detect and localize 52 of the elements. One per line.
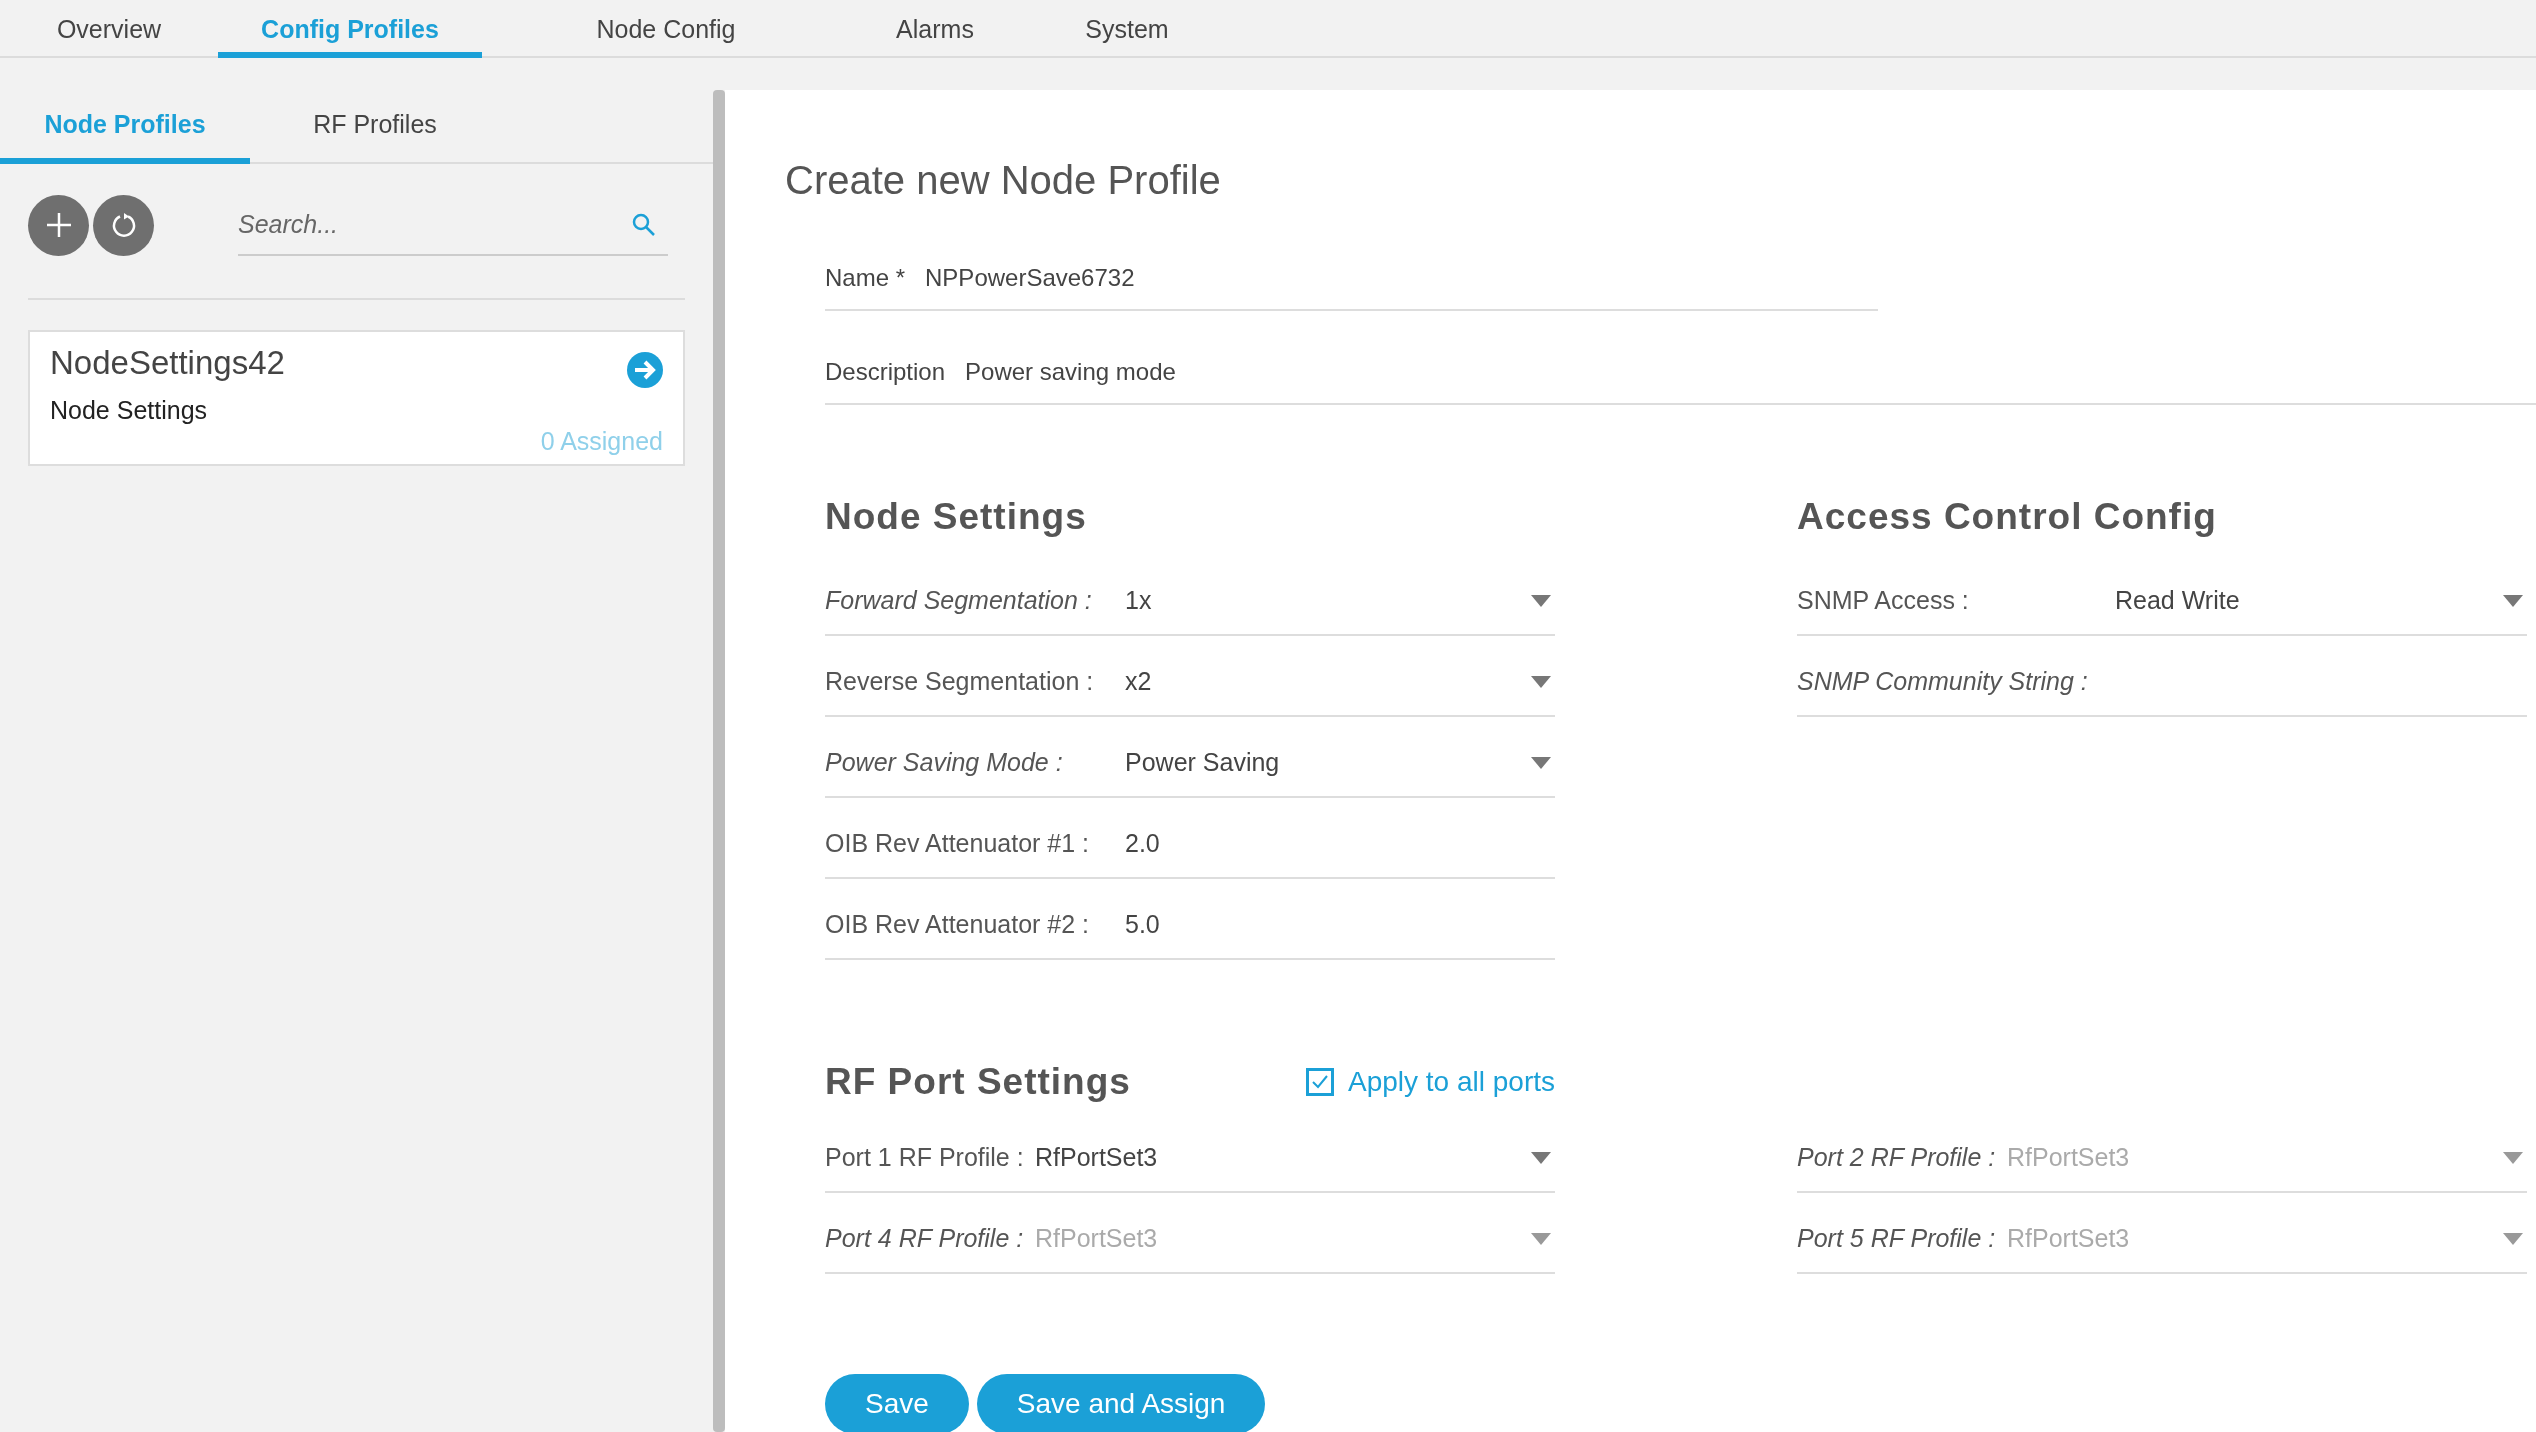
profile-type: Node Settings <box>50 396 209 425</box>
field-label: SNMP Access : <box>1797 586 1970 615</box>
field-label: Name * <box>825 264 906 292</box>
search-icon[interactable] <box>632 213 656 237</box>
form-title: Create new Node Profile <box>785 158 1222 203</box>
field-label: Power Saving Mode : <box>825 748 1064 777</box>
section-title: Access Control Config <box>1797 495 2218 539</box>
sidebar-tab[interactable]: RF Profiles <box>250 90 500 164</box>
dropdown-caret-icon[interactable] <box>1531 756 1551 769</box>
field-label: Forward Segmentation : <box>825 586 1093 615</box>
dropdown-value[interactable]: x2 <box>1125 667 1531 696</box>
field-label: OIB Rev Attenuator #1 : <box>825 829 1091 858</box>
refresh-icon <box>110 212 137 238</box>
scrollbar[interactable] <box>713 90 725 1432</box>
field-label: Port 2 RF Profile : <box>1797 1143 1997 1172</box>
nav-tab[interactable]: Overview <box>0 0 218 58</box>
refresh-button[interactable] <box>93 194 154 256</box>
plus-icon <box>45 212 72 238</box>
dropdown-caret-icon[interactable] <box>1531 1232 1551 1245</box>
field-label: Port 1 RF Profile : <box>825 1143 1025 1172</box>
dropdown-value[interactable]: Power Saving <box>1125 748 1531 777</box>
field-label: Description <box>825 358 946 386</box>
dropdown-caret-icon[interactable] <box>2503 1151 2523 1164</box>
dropdown-caret-icon[interactable] <box>2503 1232 2523 1245</box>
input-field[interactable]: NPPowerSave6732 <box>925 264 1135 292</box>
field-label: Port 4 RF Profile : <box>825 1224 1025 1253</box>
dropdown-caret-icon[interactable] <box>1531 1151 1551 1164</box>
checkmark-icon <box>1312 1075 1328 1089</box>
input-field[interactable]: 5.0 <box>1125 910 1555 939</box>
dropdown-caret-icon[interactable] <box>1531 675 1551 688</box>
dropdown-value[interactable]: Read Write <box>2115 586 2503 615</box>
field-label: SNMP Community String : <box>1797 667 2089 696</box>
input-field[interactable]: Power saving mode <box>965 358 1176 386</box>
add-button[interactable] <box>28 194 89 256</box>
field-label: Reverse Segmentation : <box>825 667 1095 696</box>
dropdown-value[interactable]: 1x <box>1125 586 1531 615</box>
profile-card[interactable]: NodeSettings42 Node Settings 0 Assigned <box>28 330 685 466</box>
arrow-right-icon[interactable] <box>627 352 663 388</box>
dropdown-value[interactable]: RfPortSet3 <box>1035 1143 1531 1172</box>
nav-tab[interactable]: Alarms <box>850 0 1020 58</box>
section-title: RF Port Settings <box>825 1060 1131 1104</box>
field-label: OIB Rev Attenuator #2 : <box>825 910 1091 939</box>
assigned-count: 0 Assigned <box>540 427 663 456</box>
dropdown-caret-icon[interactable] <box>1531 594 1551 607</box>
nav-tab[interactable]: Node Config <box>482 0 850 58</box>
section-title: Node Settings <box>825 495 1088 539</box>
search-field[interactable]: Search... <box>238 194 668 256</box>
field-label: Port 5 RF Profile : <box>1797 1224 1997 1253</box>
nav-tab[interactable]: System <box>1020 0 1234 58</box>
dropdown-caret-icon[interactable] <box>2503 594 2523 607</box>
profile-name: NodeSettings42 <box>50 344 286 383</box>
input-field[interactable]: 2.0 <box>1125 829 1555 858</box>
